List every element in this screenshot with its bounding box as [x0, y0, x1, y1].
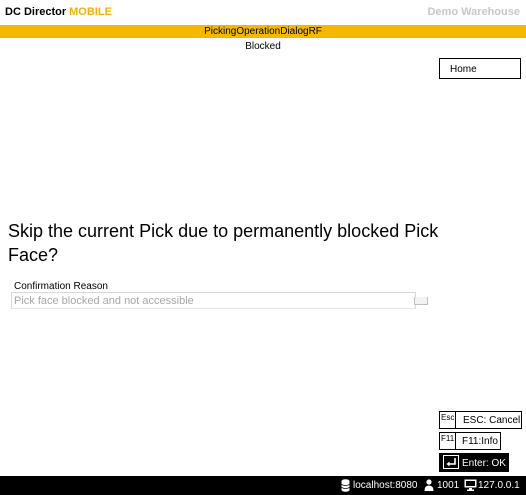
brand-suffix: MOBILE	[69, 6, 112, 18]
reason-dropdown-button[interactable]	[414, 297, 428, 305]
f11-key-icon: F11	[440, 433, 457, 449]
warehouse-name: Demo Warehouse	[427, 6, 520, 18]
esc-cancel-label: ESC: Cancel	[463, 415, 521, 426]
f11-info-label: F11:Info	[462, 436, 498, 447]
enter-ok-button[interactable]: Enter: OK	[439, 453, 509, 472]
f11-info-button[interactable]: F11 F11:Info	[439, 432, 501, 450]
home-button[interactable]: Home	[439, 58, 521, 79]
top-bar: DC Director MOBILE Demo Warehouse	[0, 0, 526, 24]
dialog-status: Blocked	[245, 41, 281, 52]
esc-cancel-button[interactable]: Esc ESC: Cancel	[439, 411, 522, 429]
enter-key-icon	[443, 455, 459, 469]
user-id: 1001	[437, 480, 460, 491]
database-icon	[341, 479, 350, 492]
confirmation-reason-label: Confirmation Reason	[14, 281, 108, 292]
esc-key-icon: Esc	[440, 412, 457, 428]
status-bar: localhost:8080 1001 127.0.0.1	[0, 476, 526, 495]
client-ip: 127.0.0.1	[478, 480, 520, 491]
enter-ok-label: Enter: OK	[462, 458, 506, 469]
dialog-title: PickingOperationDialogRF	[0, 25, 526, 38]
app-brand: DC Director MOBILE	[5, 6, 112, 18]
server-address: localhost:8080	[353, 480, 418, 491]
monitor-icon	[464, 479, 477, 491]
confirmation-question: Skip the current Pick due to permanently…	[8, 221, 439, 265]
user-icon	[424, 479, 434, 491]
confirmation-reason-field[interactable]	[11, 292, 416, 309]
brand-name: DC Director	[5, 6, 67, 18]
